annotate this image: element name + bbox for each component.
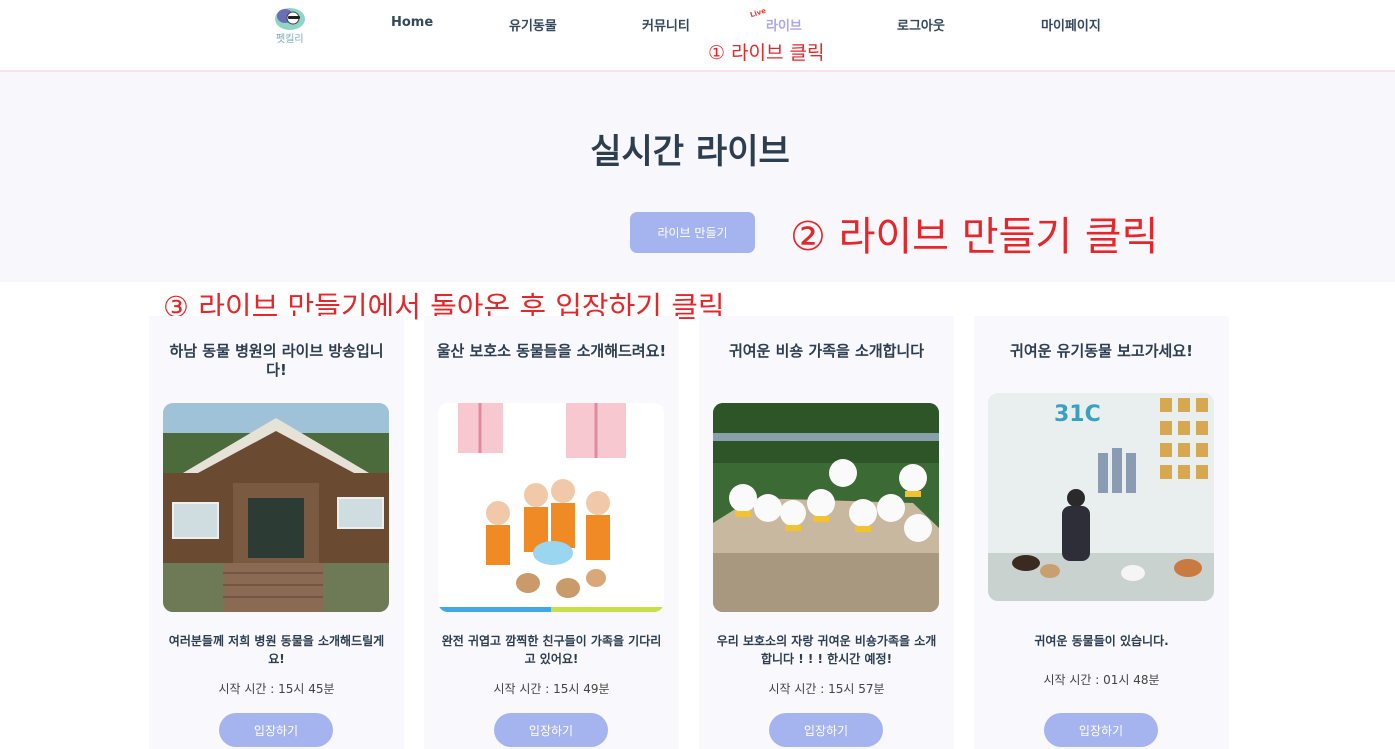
card-thumbnail-shelter[interactable]: 31C — [988, 393, 1214, 601]
nav-logout[interactable]: 로그아웃 — [897, 15, 945, 34]
card-title: 귀여운 유기동물 보고가세요! — [1010, 342, 1193, 360]
card-start-time: 시작 시간 : 01시 48분 — [1043, 673, 1160, 687]
card-thumbnail-volunteers[interactable] — [438, 403, 664, 612]
nav-animals[interactable]: 유기동물 — [509, 15, 557, 34]
live-card: 하남 동물 병원의 라이브 방송입니다! 여러분들께 저희 병원 동물을 소개해… — [149, 316, 404, 749]
nav-home[interactable]: Home — [391, 15, 433, 30]
card-title: 하남 동물 병원의 라이브 방송입니다! — [169, 342, 384, 379]
create-live-button[interactable]: 라이브 만들기 — [630, 212, 755, 253]
card-title: 귀여운 비숑 가족을 소개합니다 — [728, 342, 925, 360]
live-card: 귀여운 비숑 가족을 소개합니다 우리 보호소의 자랑 귀여운 비숑가족을 소개… — [699, 316, 954, 749]
card-thumbnail-hospital[interactable] — [163, 403, 389, 612]
annotation-step2: ② 라이브 만들기 클릭 — [790, 214, 1159, 260]
card-description: 귀여운 동물들이 있습니다. — [1034, 634, 1169, 648]
card-description: 완전 귀엽고 깜찍한 친구들이 가족을 기다리고 있어요! — [441, 634, 662, 666]
nav-community[interactable]: 커뮤니티 — [642, 15, 690, 34]
enter-button[interactable]: 입장하기 — [494, 713, 608, 747]
live-badge: Live — [749, 6, 768, 20]
svg-text:31C: 31C — [1054, 402, 1101, 427]
card-title: 울산 보호소 동물들을 소개해드려요! — [436, 342, 667, 360]
enter-button[interactable]: 입장하기 — [219, 713, 333, 747]
enter-button[interactable]: 입장하기 — [769, 713, 883, 747]
site-logo[interactable]: 펫킬리 — [268, 4, 312, 46]
hero-section: 실시간 라이브 라이브 만들기 — [0, 72, 1395, 282]
enter-button[interactable]: 입장하기 — [1044, 713, 1158, 747]
card-start-time: 시작 시간 : 15시 49분 — [493, 682, 610, 696]
card-start-time: 시작 시간 : 15시 57분 — [768, 682, 885, 696]
nav-mypage[interactable]: 마이페이지 — [1041, 15, 1101, 34]
card-start-time: 시작 시간 : 15시 45분 — [218, 682, 335, 696]
top-navigation: 펫킬리 Home 유기동물 커뮤니티 Live 라이브 로그아웃 마이페이지 — [0, 0, 1395, 72]
card-thumbnail-bichons[interactable] — [713, 403, 939, 612]
page-title: 실시간 라이브 — [590, 132, 790, 172]
card-description: 여러분들께 저희 병원 동물을 소개해드릴게요! — [168, 634, 385, 666]
card-description: 우리 보호소의 자랑 귀여운 비숑가족을 소개합니다 ! ! ! 한시간 예정! — [716, 634, 937, 666]
logo-text: 펫킬리 — [276, 32, 304, 45]
live-card: 귀여운 유기동물 보고가세요! 31C 귀여운 동물들이 있습니다. 시작 시간… — [974, 316, 1229, 749]
live-card: 울산 보호소 동물들을 소개해드려요! 완전 귀엽고 깜찍한 친구들이 가족을 … — [424, 316, 679, 749]
annotation-step1: ① 라이브 클릭 — [708, 42, 825, 64]
nav-live[interactable]: 라이브 — [766, 15, 802, 34]
